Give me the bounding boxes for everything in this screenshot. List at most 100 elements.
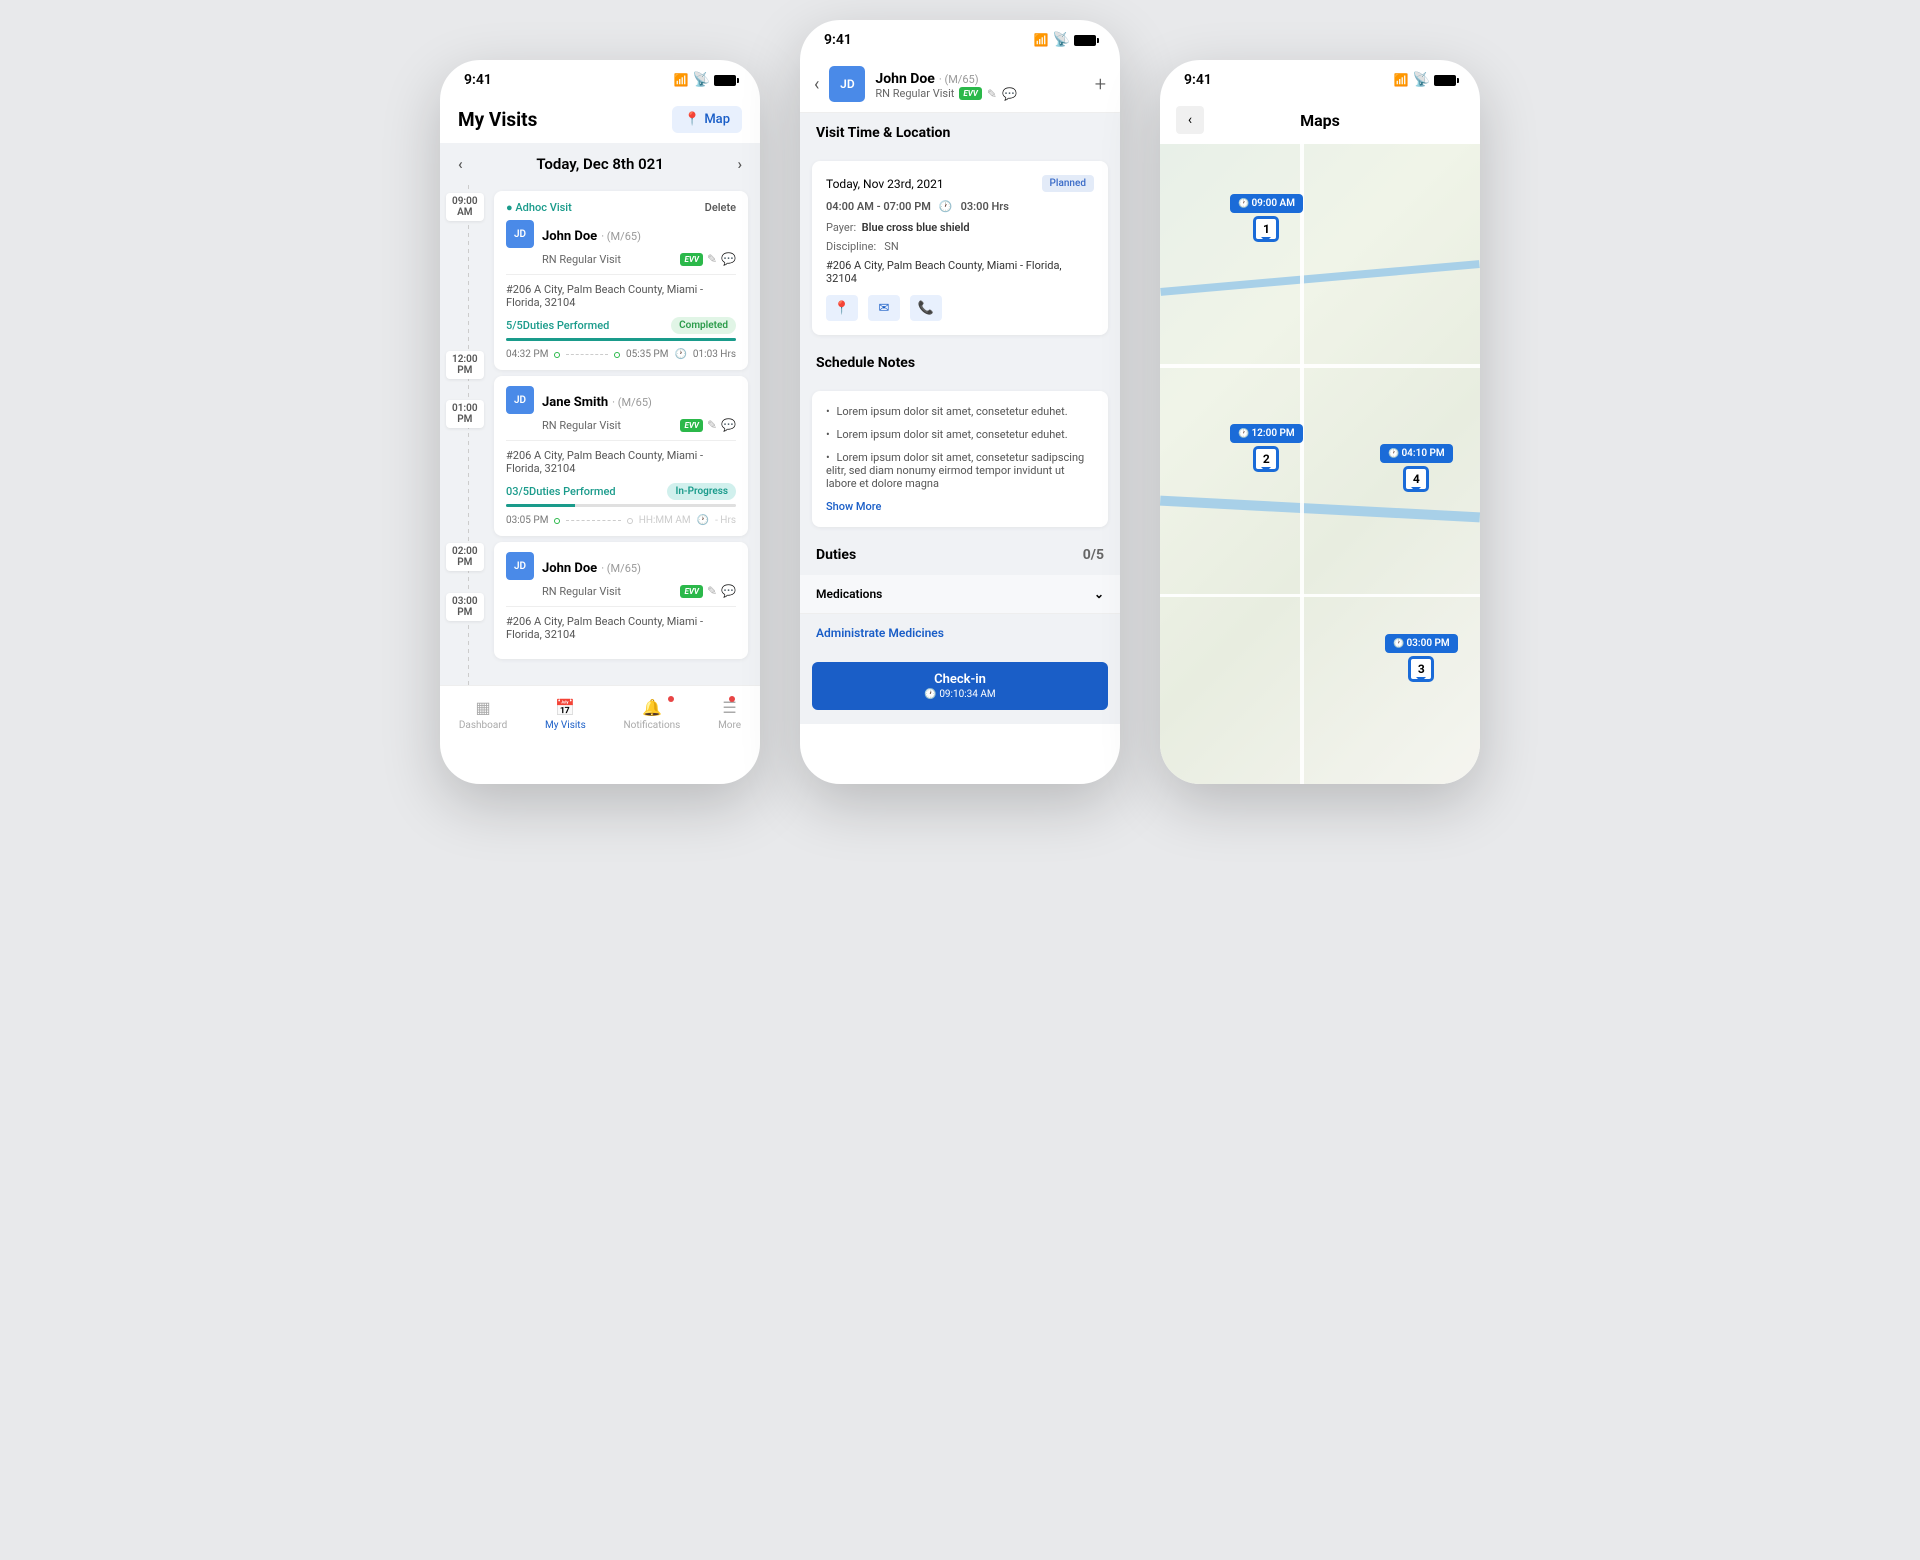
status-bar: 9:41 📶 📡: [800, 20, 1120, 56]
marker-number: 1: [1253, 216, 1279, 242]
map-marker[interactable]: 09:00 AM 1: [1230, 194, 1303, 242]
progress-bar: [506, 338, 736, 341]
visit-card[interactable]: JD John Doe · (M/65) RN Regular Visit EV…: [494, 542, 748, 659]
visit-date: Today, Nov 23rd, 2021: [826, 177, 944, 191]
progress-bar: [506, 504, 736, 507]
avatar: JD: [506, 220, 534, 248]
visit-type-row: RN Regular Visit EVV ✎ 💬: [506, 584, 736, 598]
map-road: [1160, 594, 1480, 597]
patient-name: John Doe: [875, 71, 934, 87]
visit-type: RN Regular Visit: [875, 87, 954, 100]
nav-label: Dashboard: [459, 720, 507, 731]
map-road: [1160, 364, 1480, 368]
marker-number: 4: [1403, 466, 1429, 492]
nav-notifications[interactable]: 🔔 Notifications: [623, 698, 680, 731]
marker-time: 03:00 PM: [1385, 634, 1458, 653]
visit-card[interactable]: Adhoc Visit Delete JD John Doe · (M/65) …: [494, 191, 748, 370]
phone-button[interactable]: 📞: [910, 295, 942, 321]
date-row: Today, Nov 23rd, 2021 Planned: [826, 175, 1094, 192]
duties-header: Duties 0/5: [800, 535, 1120, 575]
status-icons: 📶 📡: [1034, 32, 1096, 48]
back-button[interactable]: ‹: [814, 74, 819, 95]
address: #206 A City, Palm Beach County, Miami - …: [506, 440, 736, 475]
chat-icon[interactable]: 💬: [721, 418, 736, 432]
phone-maps: 9:41 📶 📡 ‹ Maps 09:00 AM112:00 PM204:10 …: [1160, 60, 1480, 784]
patient-meta: · (M/65): [601, 230, 641, 243]
pin-icon: 📍: [684, 112, 700, 127]
progress-fill: [506, 504, 575, 507]
detail-body[interactable]: Visit Time & Location Today, Nov 23rd, 2…: [800, 113, 1120, 724]
time-marker: 09:00AM: [446, 193, 484, 221]
nav-my-visits[interactable]: 📅My Visits: [545, 698, 586, 731]
dashboard-icon: ▦: [475, 698, 490, 717]
bell-icon: 🔔: [642, 698, 662, 717]
current-date: Today, Dec 8th 021: [536, 155, 663, 173]
bottom-nav: ▦ Dashboard 📅My Visits 🔔 Notifications ☰Mo…: [440, 685, 760, 743]
map-view[interactable]: 09:00 AM 1 12:00 PM2 04:10 PM4 03:00 PM 3: [1160, 144, 1480, 784]
edit-icon[interactable]: ✎: [987, 87, 997, 101]
time-row: 04:32 PM 05:35 PM 🕐 01:03 Hrs: [506, 349, 736, 360]
time-marker: 01:00PM: [446, 400, 484, 428]
visit-icons: EVV ✎ 💬: [680, 418, 736, 432]
map-button[interactable]: 📍 Map: [672, 106, 742, 133]
nav-label: Notifications: [623, 720, 680, 731]
duty-item[interactable]: Administrate Medicines: [800, 614, 1120, 652]
evv-badge: EVV: [680, 253, 703, 266]
visit-card[interactable]: JD Jane Smith · (M/65) RN Regular Visit …: [494, 376, 748, 536]
nav-dashboard[interactable]: ▦ Dashboard: [459, 698, 507, 731]
edit-icon[interactable]: ✎: [707, 418, 717, 432]
duties-row: 5/5Duties Performed Completed: [506, 317, 736, 334]
marker-time: 12:00 PM: [1230, 424, 1303, 443]
nav-more[interactable]: ☰More: [718, 698, 741, 731]
end-dot-icon: [614, 352, 620, 358]
edit-icon[interactable]: ✎: [707, 252, 717, 266]
chat-icon[interactable]: 💬: [1002, 87, 1017, 101]
adhoc-row: Adhoc Visit Delete: [506, 201, 736, 214]
chat-icon[interactable]: 💬: [721, 252, 736, 266]
checkin-button[interactable]: Check-in 🕐 09:10:34 AM: [812, 662, 1108, 710]
status-badge: In-Progress: [667, 483, 736, 500]
nav-label: More: [718, 720, 741, 731]
avatar: JD: [829, 66, 865, 102]
avatar: JD: [506, 386, 534, 414]
duration: - Hrs: [715, 515, 736, 526]
time-line: [566, 520, 620, 521]
end-dot-icon: [627, 518, 633, 524]
chat-icon[interactable]: 💬: [721, 584, 736, 598]
map-marker[interactable]: 04:10 PM4: [1380, 444, 1453, 492]
header: My Visits 📍 Map: [440, 96, 760, 143]
delete-button[interactable]: Delete: [705, 201, 736, 214]
add-button[interactable]: +: [1095, 72, 1106, 96]
edit-icon[interactable]: ✎: [707, 584, 717, 598]
visit-type-row: RN Regular Visit EVV ✎ 💬: [506, 252, 736, 266]
map-marker[interactable]: 12:00 PM2: [1230, 424, 1303, 472]
prev-day-button[interactable]: ‹: [458, 155, 463, 173]
next-day-button[interactable]: ›: [737, 155, 742, 173]
marker-time: 09:00 AM: [1230, 194, 1303, 213]
email-button[interactable]: ✉: [868, 295, 900, 321]
detail-header: ‹ JD John Doe · (M/65) RN Regular Visit …: [800, 56, 1120, 113]
patient-info: John Doe · (M/65) RN Regular Visit EVV ✎…: [875, 68, 1084, 101]
status-time: 9:41: [1184, 72, 1212, 88]
patient-name: John Doe: [542, 229, 597, 244]
map-marker[interactable]: 03:00 PM 3: [1385, 634, 1458, 682]
location-button[interactable]: 📍: [826, 295, 858, 321]
duty-category-label: Medications: [816, 587, 882, 601]
checkin-time: 🕐 09:10:34 AM: [822, 689, 1098, 700]
start-dot-icon: [554, 352, 560, 358]
duty-category[interactable]: Medications ⌄: [800, 575, 1120, 614]
payer-value: Blue cross blue shield: [862, 221, 970, 234]
marker-number: 3: [1408, 656, 1434, 682]
date-navigator: ‹ Today, Dec 8th 021 ›: [440, 143, 760, 185]
note-item: Lorem ipsum dolor sit amet, consetetur s…: [826, 451, 1094, 490]
duties-title: Duties: [816, 547, 856, 563]
status-bar: 9:41 📶 📡: [1160, 60, 1480, 96]
wifi-icon: 📡: [693, 72, 710, 88]
avatar: JD: [506, 552, 534, 580]
visit-time-range: 04:00 AM - 07:00 PM: [826, 200, 931, 213]
show-more-button[interactable]: Show More: [826, 500, 1094, 513]
note-item: Lorem ipsum dolor sit amet, consetetur e…: [826, 405, 1094, 418]
wifi-icon: 📡: [1413, 72, 1430, 88]
patient-meta: · (M/65): [601, 562, 641, 575]
visits-timeline[interactable]: 09:00AM 12:00PM 01:00PM 02:00PM 03:00PM …: [440, 185, 760, 685]
